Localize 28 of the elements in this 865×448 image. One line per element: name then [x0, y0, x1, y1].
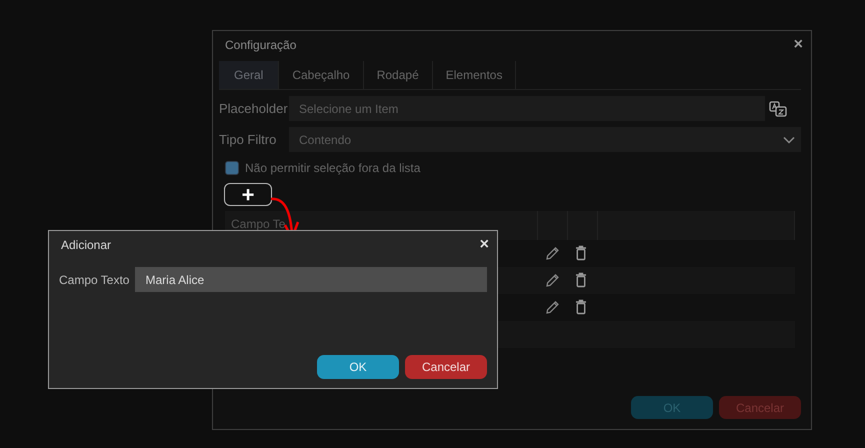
text-input-field[interactable]: Maria Alice [135, 267, 487, 292]
trash-icon[interactable] [574, 299, 586, 315]
ok-button[interactable]: OK [317, 355, 399, 379]
tab[interactable]: Elementos [432, 61, 516, 89]
chevron-down-icon [783, 136, 795, 144]
close-button[interactable]: × [794, 37, 803, 53]
trash-icon[interactable] [574, 272, 586, 288]
placeholder-input-field[interactable]: Selecione um Item [289, 96, 765, 121]
column-header: Campo Te [231, 216, 286, 230]
filter-dropdown[interactable]: Contendo [289, 127, 801, 152]
pencil-icon[interactable] [544, 299, 558, 315]
tab[interactable]: Rodapé [364, 61, 433, 89]
cancel-button[interactable]: Cancelar [405, 355, 487, 379]
field-label: Placeholder [219, 101, 285, 116]
tab[interactable]: Geral [219, 61, 280, 89]
add-button[interactable]: + [224, 183, 272, 206]
checkbox[interactable] [225, 161, 239, 175]
translate-icon[interactable] [769, 100, 787, 116]
window-title: Configuração [225, 38, 296, 52]
trash-icon[interactable] [574, 245, 586, 261]
close-button[interactable]: × [480, 237, 489, 253]
tab[interactable]: Cabeçalho [279, 61, 364, 89]
field-label: Tipo Filtro [219, 132, 278, 147]
checkbox-label: Não permitir seleção fora da lista [245, 161, 420, 175]
field-label: Campo Texto [59, 272, 130, 286]
pencil-icon[interactable] [544, 272, 558, 288]
pencil-icon[interactable] [544, 245, 558, 261]
dialog-title: Adicionar [61, 238, 112, 252]
